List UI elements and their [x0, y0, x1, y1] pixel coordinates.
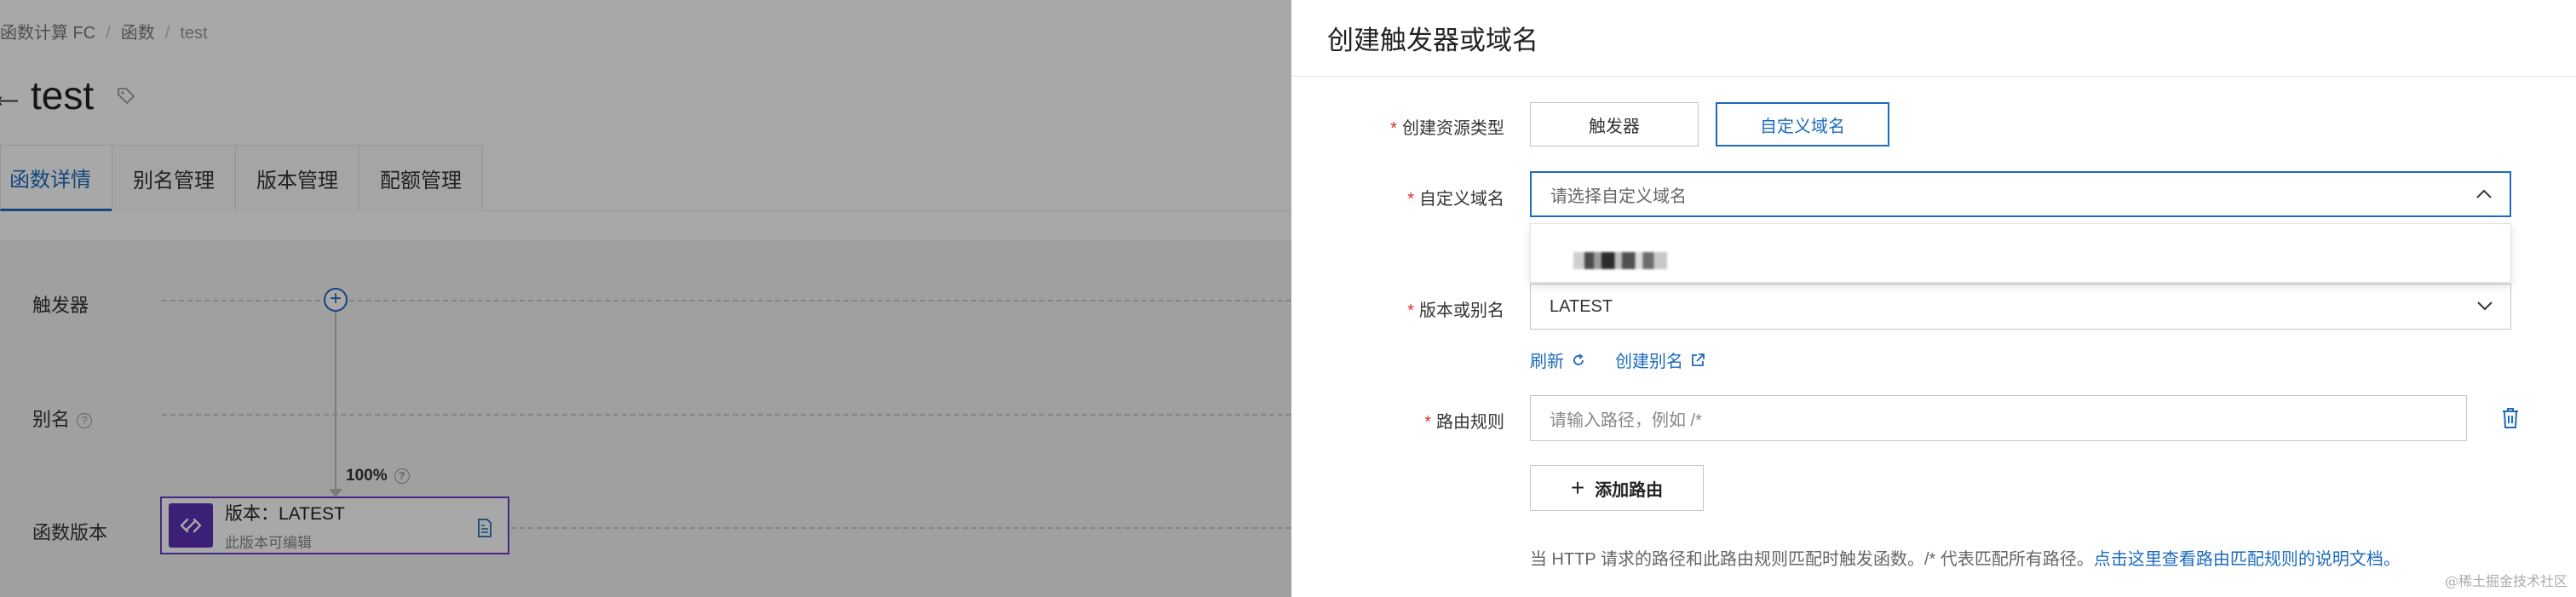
drawer-title: 创建触发器或域名 — [1327, 26, 1538, 55]
custom-domain-placeholder: 请选择自定义域名 — [1550, 187, 1687, 206]
route-help-text: 当 HTTP 请求的路径和此路由规则匹配时触发函数。/* 代表匹配所有路径。点击… — [1530, 545, 2401, 570]
refresh-link[interactable]: 刷新 — [1530, 347, 1586, 372]
create-alias-link[interactable]: 创建别名 — [1615, 347, 1705, 372]
add-route-button[interactable]: + 添加路由 — [1530, 465, 1704, 511]
redacted-domain-option[interactable] — [1573, 252, 1667, 269]
resource-type-label-text: 创建资源类型 — [1402, 119, 1504, 138]
route-rule-label: * 路由规则 — [1424, 413, 1504, 432]
create-alias-link-text: 创建别名 — [1615, 353, 1683, 371]
custom-domain-dropdown — [1530, 223, 2511, 283]
chevron-up-icon — [2476, 189, 2492, 198]
route-help-description: 当 HTTP 请求的路径和此路由规则匹配时触发函数。/* 代表匹配所有路径。 — [1530, 550, 2094, 569]
create-trigger-drawer: 创建触发器或域名 * 创建资源类型 触发器 自定义域名 * 自定义域名 请选择自定义… — [1291, 0, 2576, 597]
custom-domain-select[interactable]: 请选择自定义域名 — [1530, 171, 2511, 217]
version-alias-label: * 版本或别名 — [1407, 301, 1504, 320]
watermark: @稀土掘金技术社区 — [2444, 573, 2567, 589]
external-link-icon — [1692, 353, 1705, 366]
custom-domain-label-text: 自定义域名 — [1419, 190, 1504, 209]
route-path-placeholder: 请输入路径，例如 /* — [1550, 410, 1702, 430]
drawer-header: 创建触发器或域名 — [1291, 0, 2576, 77]
version-alias-select[interactable]: LATEST — [1530, 284, 2511, 330]
plus-icon: + — [1570, 474, 1585, 501]
modal-mask[interactable] — [0, 0, 1291, 597]
custom-domain-label: * 自定义域名 — [1407, 190, 1504, 209]
route-path-input[interactable]: 请输入路径，例如 /* — [1530, 395, 2467, 441]
refresh-icon — [1573, 353, 1584, 365]
add-route-label: 添加路由 — [1595, 480, 1664, 500]
resource-type-custom-domain-button[interactable]: 自定义域名 — [1716, 102, 1889, 146]
version-alias-label-text: 版本或别名 — [1419, 301, 1504, 320]
version-alias-value: LATEST — [1550, 296, 1613, 316]
version-links: 刷新 创建别名 — [1530, 347, 1705, 372]
chevron-down-icon — [2477, 301, 2493, 311]
delete-route-icon[interactable] — [2501, 407, 2520, 433]
resource-type-trigger-button[interactable]: 触发器 — [1530, 102, 1699, 146]
route-rule-label-text: 路由规则 — [1436, 413, 1504, 432]
refresh-link-text: 刷新 — [1530, 353, 1564, 371]
route-help-doc-link[interactable]: 点击这里查看路由匹配规则的说明文档。 — [2094, 550, 2401, 569]
resource-type-label: * 创建资源类型 — [1390, 119, 1504, 138]
